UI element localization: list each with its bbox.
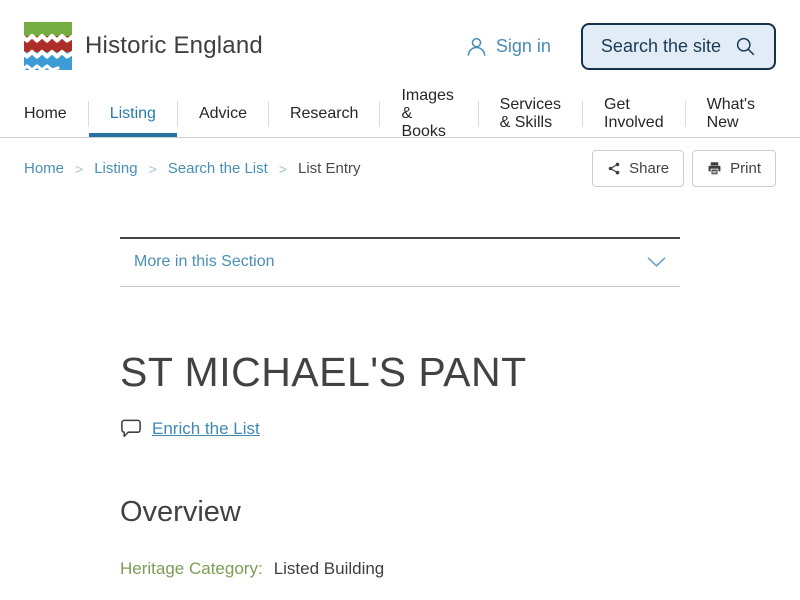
list-entry-content: More in this Section ST MICHAEL'S PANT E… <box>120 237 680 600</box>
nav-item-whats-new[interactable]: What's New <box>686 90 776 137</box>
chevron-right-icon: > <box>148 160 157 177</box>
heritage-category-row: Heritage Category: Listed Building <box>120 559 680 579</box>
nav-item-advice[interactable]: Advice <box>178 90 268 137</box>
breadcrumb-search-the-list[interactable]: Search the List <box>168 160 268 177</box>
enrich-the-list-row: Enrich the List <box>120 419 680 439</box>
nav-item-services-skills[interactable]: Services & Skills <box>479 90 582 137</box>
sign-in-label: Sign in <box>495 35 551 56</box>
search-site-label: Search the site <box>600 35 721 56</box>
print-label: Print <box>730 160 761 177</box>
logo-wordmark: Historic England <box>85 32 263 59</box>
breadcrumb: Home > Listing > Search the List > List … <box>24 160 361 177</box>
enrich-the-list-link[interactable]: Enrich the List <box>152 419 260 439</box>
share-icon <box>607 161 621 176</box>
more-in-section-label: More in this Section <box>134 253 275 270</box>
chevron-right-icon: > <box>278 160 287 177</box>
breadcrumb-home[interactable]: Home <box>24 160 64 177</box>
breadcrumb-row: Home > Listing > Search the List > List … <box>0 138 800 199</box>
chevron-right-icon: > <box>75 160 84 177</box>
nav-item-listing[interactable]: Listing <box>88 90 177 137</box>
site-header: Historic England Sign in Search the site <box>0 0 800 90</box>
print-button[interactable]: Print <box>692 150 776 187</box>
page-actions: Share Print <box>592 150 776 187</box>
overview-heading: Overview <box>120 496 241 529</box>
main-navigation: Home Listing Advice Research Images & Bo… <box>0 87 800 140</box>
print-icon <box>707 161 722 176</box>
chevron-down-icon <box>647 256 666 268</box>
nav-item-research[interactable]: Research <box>269 90 379 137</box>
page-title: ST MICHAEL'S PANT <box>120 349 527 395</box>
sign-in-link[interactable]: Sign in <box>465 35 551 58</box>
search-site-button[interactable]: Search the site <box>580 22 776 70</box>
search-icon <box>735 36 756 57</box>
speech-bubble-icon <box>120 419 142 439</box>
more-in-section-dropdown[interactable]: More in this Section <box>120 237 680 287</box>
breadcrumb-listing[interactable]: Listing <box>94 160 137 177</box>
breadcrumb-current: List Entry <box>298 160 361 177</box>
historic-england-waves-icon <box>24 22 72 70</box>
share-label: Share <box>629 160 670 177</box>
share-button[interactable]: Share <box>592 150 685 187</box>
heritage-category-label: Heritage Category: <box>120 559 263 579</box>
historic-england-logo[interactable]: Historic England <box>24 22 263 70</box>
nav-item-images-books[interactable]: Images & Books <box>380 87 477 140</box>
heritage-category-value: Listed Building <box>273 559 385 579</box>
user-icon <box>465 35 488 58</box>
nav-item-home[interactable]: Home <box>24 90 88 137</box>
nav-item-get-involved[interactable]: Get Involved <box>583 90 685 137</box>
header-actions: Sign in Search the site <box>465 22 776 70</box>
